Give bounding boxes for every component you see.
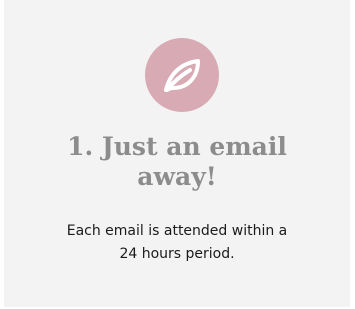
card-description-line-2: 24 hours period. bbox=[119, 246, 235, 262]
card-title-line-2: away! bbox=[137, 162, 217, 191]
card-title-line-1: 1. Just an email bbox=[67, 132, 287, 161]
feature-card: 1. Just an email away! Each email is att… bbox=[4, 0, 350, 307]
leaf-icon bbox=[164, 59, 200, 92]
icon-badge bbox=[145, 38, 219, 112]
card-description: Each email is attended within a 24 hours… bbox=[24, 220, 330, 266]
card-title: 1. Just an email away! bbox=[4, 132, 350, 192]
card-description-line-1: Each email is attended within a bbox=[66, 223, 288, 239]
